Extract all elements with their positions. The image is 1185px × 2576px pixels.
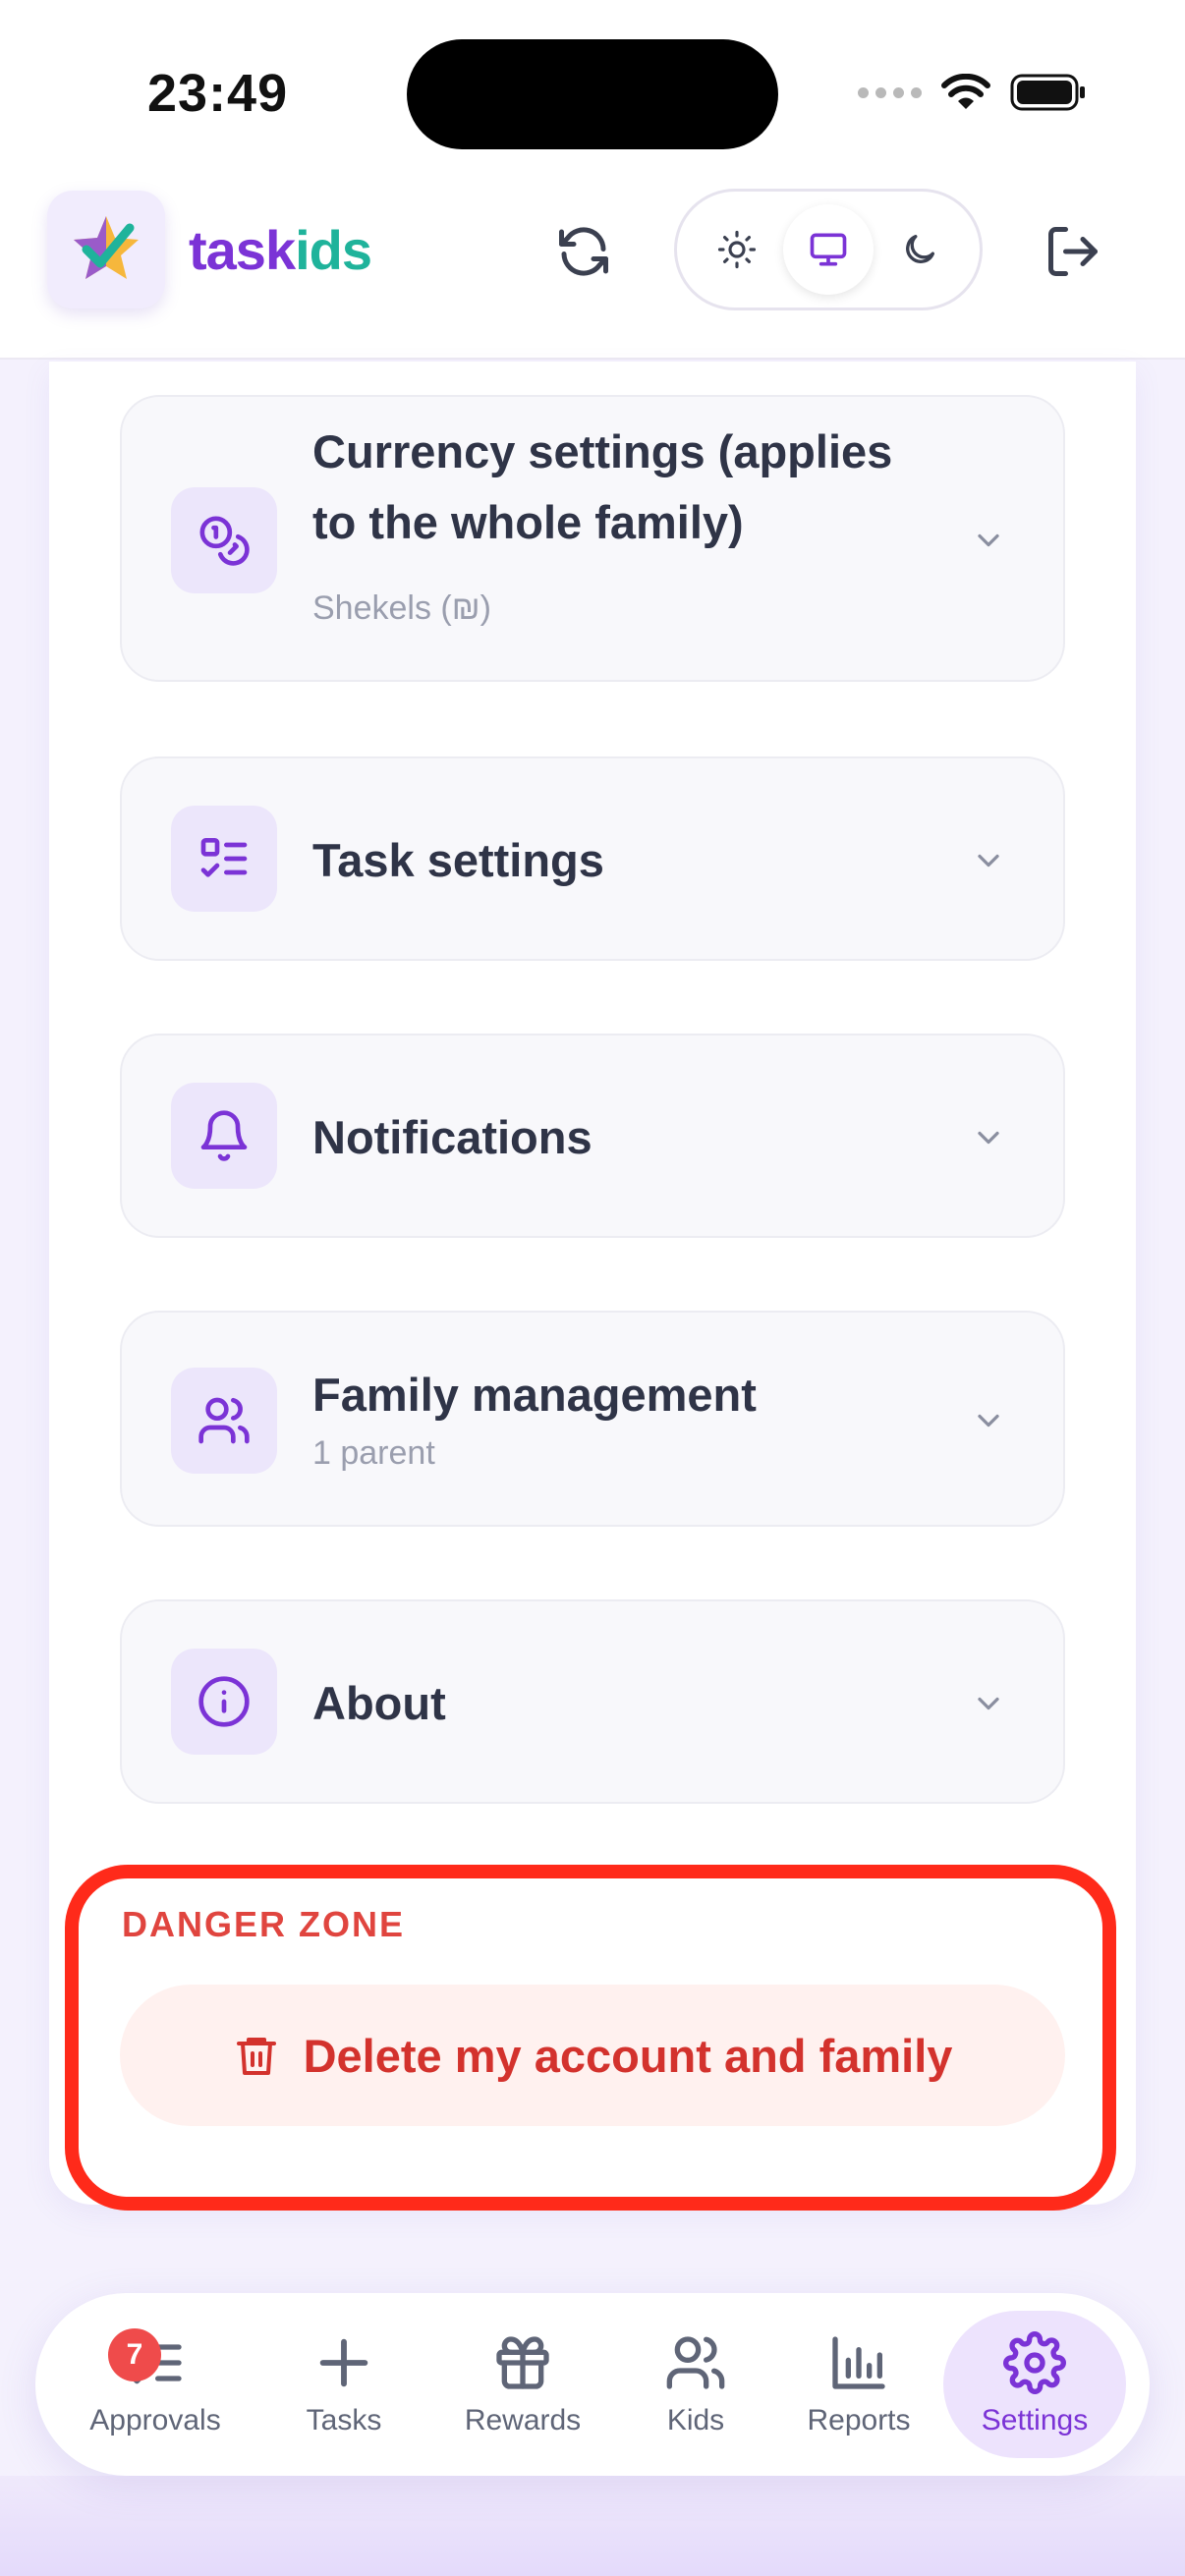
bell-icon-box: [171, 1083, 277, 1189]
chevron-down-icon: [969, 1401, 1008, 1440]
gear-icon: [1003, 2331, 1066, 2394]
users-icon: [666, 2336, 725, 2389]
card-subtitle: 1 parent: [312, 1434, 435, 1472]
moon-icon: [906, 235, 935, 263]
chevron-down-icon: [969, 521, 1008, 560]
bottom-nav: Approvals 7 Tasks Rewards Kids Reports S…: [35, 2293, 1150, 2476]
logout-button[interactable]: [1036, 214, 1110, 289]
chevron-down-icon: [969, 1118, 1008, 1157]
status-icons: [858, 73, 1087, 112]
nav-label: Settings: [981, 2404, 1089, 2436]
theme-dark-option[interactable]: [875, 204, 965, 295]
nav-label: Tasks: [306, 2404, 382, 2436]
card-title: Task settings: [312, 834, 604, 886]
app-header: taskids: [0, 187, 1185, 360]
card-title-line1: Currency settings (applies: [312, 425, 893, 477]
refresh-button[interactable]: [546, 214, 621, 289]
status-bar: 23:49: [0, 0, 1185, 187]
users-icon: [198, 1397, 250, 1444]
star-check-icon: [74, 216, 139, 279]
settings-card-currency[interactable]: Currency settings (applies to the whole …: [120, 395, 1065, 682]
nav-label: Rewards: [464, 2404, 582, 2436]
settings-card-about[interactable]: About: [120, 1599, 1065, 1804]
approvals-badge: 7: [108, 2328, 161, 2381]
theme-toggle[interactable]: [674, 189, 983, 310]
nav-label: Approvals: [89, 2404, 221, 2436]
nav-rewards[interactable]: Rewards: [446, 2311, 599, 2458]
wifi-icon: [941, 74, 990, 109]
settings-card-tasks[interactable]: Task settings: [120, 756, 1065, 961]
currency-icon-box: [171, 487, 277, 593]
card-title-line2: to the whole family): [312, 496, 744, 548]
card-title: About: [312, 1677, 446, 1729]
signal-icon: [858, 86, 922, 98]
bell-icon: [200, 1110, 248, 1161]
currency-icon: [199, 516, 250, 566]
nav-label: Reports: [807, 2404, 911, 2436]
chevron-down-icon: [969, 1684, 1008, 1723]
theme-light-option[interactable]: [692, 204, 782, 295]
plus-icon: [319, 2338, 368, 2387]
task-icon-box: [171, 806, 277, 912]
settings-card-family[interactable]: Family management 1 parent: [120, 1311, 1065, 1527]
dynamic-island: [407, 39, 778, 149]
card-title: Family management: [312, 1369, 757, 1421]
nav-reports[interactable]: Reports: [790, 2311, 928, 2458]
danger-zone-highlight: [65, 1865, 1116, 2211]
footer-background: [0, 2476, 1185, 2576]
nav-settings[interactable]: Settings: [943, 2311, 1126, 2458]
nav-label: Kids: [666, 2404, 725, 2436]
gift-icon: [496, 2336, 549, 2389]
nav-kids[interactable]: Kids: [643, 2311, 749, 2458]
brand-name: taskids: [189, 219, 372, 281]
logout-icon: [1048, 227, 1098, 276]
nav-approvals[interactable]: Approvals 7: [75, 2311, 236, 2458]
monitor-icon: [810, 233, 847, 266]
task-list-icon: [200, 838, 248, 877]
card-title: Notifications: [312, 1111, 592, 1163]
card-subtitle: Shekels (₪): [312, 589, 491, 627]
app-logo[interactable]: [47, 191, 165, 308]
nav-tasks[interactable]: Tasks: [283, 2311, 405, 2458]
theme-system-option[interactable]: [782, 204, 874, 295]
settings-card-notifications[interactable]: Notifications: [120, 1034, 1065, 1238]
users-icon-box: [171, 1368, 277, 1474]
info-icon-box: [171, 1649, 277, 1755]
bar-chart-icon: [832, 2336, 885, 2389]
status-time: 23:49: [147, 64, 289, 123]
sun-icon: [717, 230, 756, 269]
refresh-icon: [559, 227, 608, 276]
chevron-down-icon: [969, 841, 1008, 880]
info-icon: [198, 1676, 250, 1727]
battery-icon: [1010, 74, 1085, 111]
